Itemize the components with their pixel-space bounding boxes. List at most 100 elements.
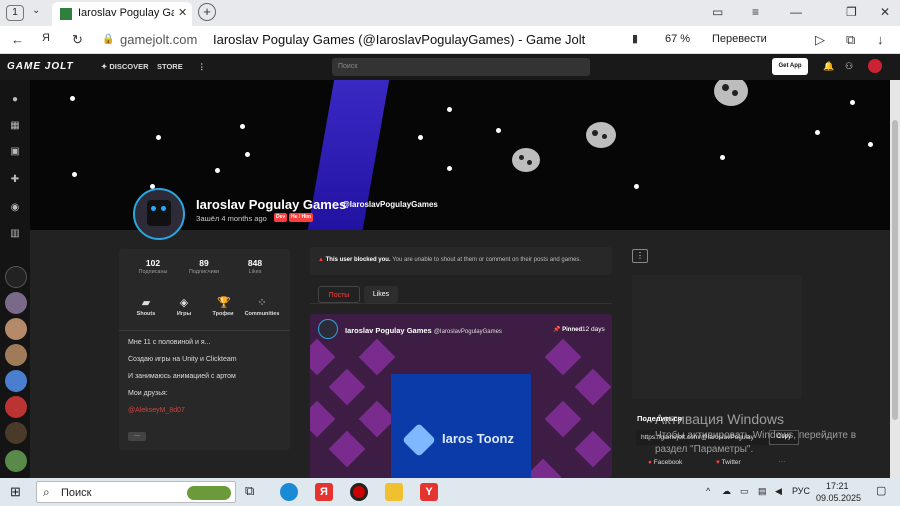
menu-icon[interactable]: ≡	[752, 5, 759, 19]
discover-link[interactable]: ✦ DISCOVER	[101, 62, 149, 71]
sidebar-community-4[interactable]	[5, 344, 27, 366]
tab-list-chevron-icon[interactable]: ⌄	[32, 5, 40, 16]
more-menu-icon[interactable]: ⋮	[198, 62, 206, 71]
get-app-button[interactable]: Get App	[772, 58, 808, 75]
tab-title: Iaroslav Pogulay Games	[78, 7, 174, 19]
stat-following-label: Подписаны	[138, 269, 168, 275]
url-domain[interactable]: gamejolt.com	[120, 32, 197, 47]
sidebar-discord-icon[interactable]: ◉	[7, 200, 23, 216]
new-tab-button[interactable]: +	[198, 3, 216, 21]
sidebar-community-2[interactable]	[5, 292, 27, 314]
network-icon[interactable]: ▤	[758, 486, 767, 497]
tab-posts[interactable]: Посты	[318, 286, 360, 303]
zoom-level[interactable]: 67 %	[665, 33, 690, 45]
post-author-avatar[interactable]	[318, 319, 338, 339]
pinned-post[interactable]: Iaros Toonz	[310, 314, 612, 478]
yandex-app-icon[interactable]: Y	[420, 483, 438, 501]
volume-icon[interactable]: ◀	[775, 486, 782, 497]
sidebar-community-7[interactable]	[5, 422, 27, 444]
sidebar-community-3[interactable]	[5, 318, 27, 340]
bio-more-button[interactable]: ···	[128, 432, 146, 441]
stat-followers-label: Подписчики	[188, 269, 220, 275]
tab-counter[interactable]: 1	[6, 5, 24, 21]
scrollbar-thumb[interactable]	[892, 120, 898, 420]
profile-handle[interactable]: @IaroslavPogulayGames	[342, 200, 438, 209]
reload-icon[interactable]: ↻	[72, 32, 83, 48]
stat-likes-count[interactable]: 848	[230, 258, 280, 268]
input-language[interactable]: РУС	[792, 486, 810, 496]
bookmarks-icon[interactable]: ▭	[712, 5, 723, 19]
yandex-icon[interactable]: Я	[42, 32, 50, 44]
post-age: 12 days	[582, 326, 605, 333]
asteroid	[714, 80, 748, 106]
shouts-icon[interactable]: ▰	[140, 297, 152, 309]
taskbar-search-input[interactable]: ⌕ Поиск	[36, 481, 236, 503]
share-facebook-button[interactable]: ● Facebook	[648, 459, 682, 466]
download-icon[interactable]: ↓	[877, 32, 884, 47]
sidebar-trophy-icon[interactable]: ✚	[7, 172, 23, 188]
post-image[interactable]	[391, 374, 531, 478]
gamejolt-top-nav: GAME JOLT ✦ DISCOVER STORE ⋮ Поиск Get A…	[0, 54, 900, 80]
friends-icon[interactable]: ⚇	[845, 61, 853, 72]
cloud-icon[interactable]: ☁	[722, 486, 731, 497]
task-view-icon[interactable]: ⧉	[245, 483, 263, 501]
trophy-icon[interactable]: 🏆	[217, 297, 231, 309]
address-bar: ← Я ↻ 🔒 gamejolt.com Iaroslav Pogulay Ga…	[0, 26, 900, 54]
stat-followers-count[interactable]: 89	[179, 258, 229, 268]
battery-icon[interactable]: ▭	[740, 486, 749, 497]
translate-button[interactable]: Перевести	[712, 33, 767, 45]
clock-time[interactable]: 17:21	[826, 481, 849, 491]
yandex-browser-icon[interactable]: Я	[315, 483, 333, 501]
sidebar-home-icon[interactable]: ●	[7, 92, 23, 108]
bell-icon[interactable]: 🔔	[823, 61, 834, 72]
store-link[interactable]: STORE	[157, 62, 183, 71]
restore-icon[interactable]: ❐	[846, 5, 857, 19]
browser-tab[interactable]: Iaroslav Pogulay Games ✕	[52, 2, 192, 26]
sidebar-library-icon[interactable]: ▥	[7, 226, 23, 242]
profile-options-button[interactable]: ⋮	[632, 249, 648, 263]
tab-likes[interactable]: Likes	[364, 286, 398, 303]
pronoun-badge: He / Him	[289, 213, 314, 222]
back-icon[interactable]: ←	[11, 32, 24, 47]
facebook-icon: ●	[648, 459, 652, 466]
bio-friend-mention[interactable]: @AlekseyM_8d07	[128, 407, 185, 414]
user-avatar[interactable]	[868, 59, 882, 73]
close-window-icon[interactable]: ✕	[880, 5, 890, 19]
gamejolt-favicon-icon	[60, 8, 72, 20]
share-twitter-button[interactable]: ♥ Twitter	[716, 459, 741, 466]
sidebar-backpack-icon[interactable]: ▣	[7, 144, 23, 160]
edge-icon[interactable]	[280, 483, 298, 501]
sidebar-community-5[interactable]	[5, 370, 27, 392]
communities-label[interactable]: Communities	[237, 311, 287, 317]
browser-tab-strip: 1 ⌄ Iaroslav Pogulay Games ✕ + ▭ ≡ — ❐ ✕	[0, 0, 900, 26]
page-title[interactable]: Iaroslav Pogulay Games (@IaroslavPogulay…	[213, 32, 585, 47]
stat-following-count[interactable]: 102	[128, 258, 178, 268]
sidebar-community-1[interactable]	[5, 266, 27, 288]
page-scrollbar[interactable]	[890, 80, 900, 478]
post-author[interactable]: Iaroslav Pogulay Games @IaroslavPogulayG…	[345, 326, 502, 335]
profile-avatar[interactable]	[133, 188, 185, 240]
notifications-icon[interactable]: ▢	[876, 484, 886, 497]
profile-card	[119, 249, 290, 450]
play-icon[interactable]: ▷	[815, 32, 825, 48]
file-explorer-icon[interactable]	[385, 483, 403, 501]
minimize-icon[interactable]: —	[790, 5, 802, 19]
gj-search-input[interactable]: Поиск	[332, 58, 590, 76]
tray-chevron-icon[interactable]: ^	[706, 486, 710, 496]
share-more-button[interactable]: ···	[778, 457, 786, 466]
clock-date[interactable]: 09.05.2025	[816, 493, 861, 503]
gamejolt-logo[interactable]: GAME JOLT	[7, 61, 74, 72]
sidebar-community-8[interactable]	[5, 450, 27, 472]
extensions-icon[interactable]: ⧉	[846, 32, 855, 48]
windows-start-icon[interactable]: ⊞	[10, 485, 24, 499]
close-tab-icon[interactable]: ✕	[178, 6, 187, 19]
stat-likes-label: Likes	[248, 269, 262, 275]
bookmark-icon[interactable]: ▮	[632, 32, 638, 45]
activation-watermark-line2: Чтобы активировать Windows, перейдите в	[655, 430, 857, 441]
sidebar-store-icon[interactable]: ▦	[7, 118, 23, 134]
activation-watermark-title: Активация Windows	[655, 411, 785, 427]
record-app-icon[interactable]	[350, 483, 368, 501]
games-icon[interactable]: ◈	[178, 297, 190, 309]
sidebar-community-6[interactable]	[5, 396, 27, 418]
communities-icon[interactable]: ⁘	[256, 297, 268, 309]
